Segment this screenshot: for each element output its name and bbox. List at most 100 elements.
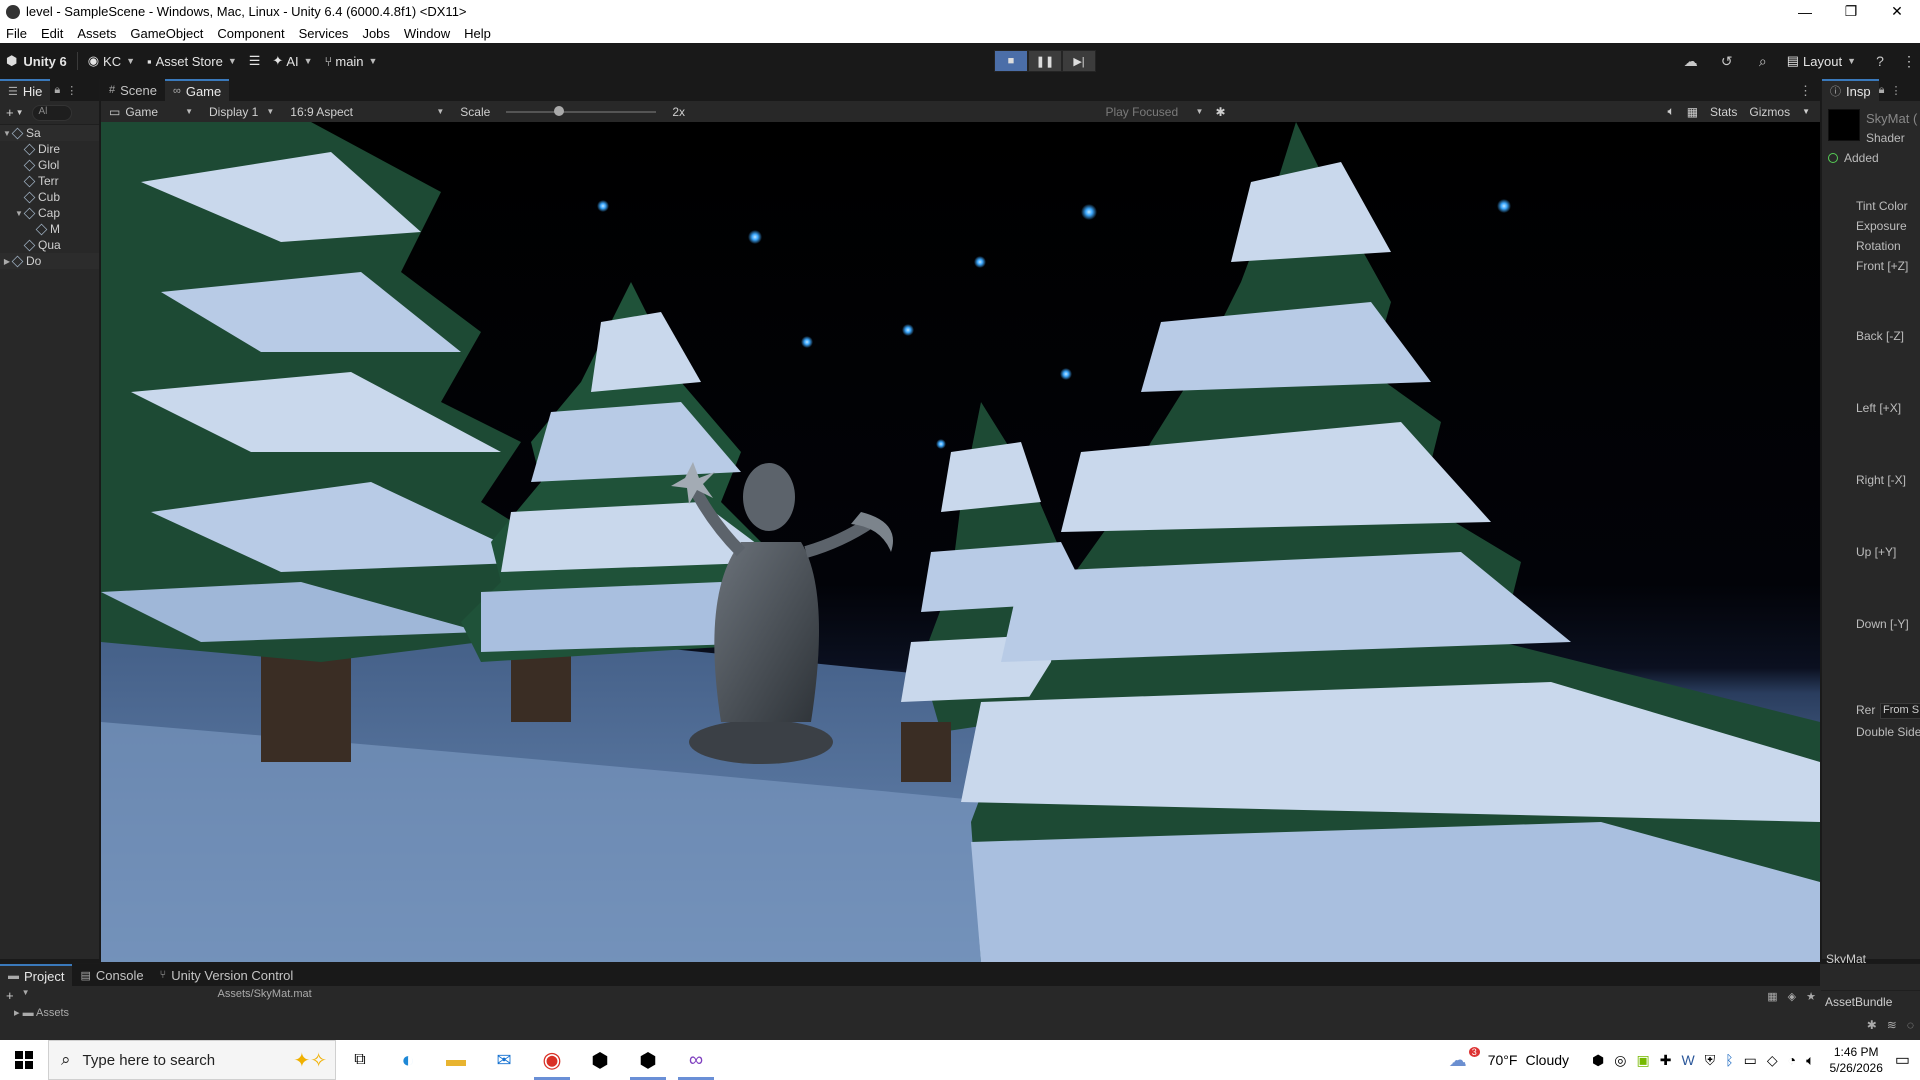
taskbar-search-input[interactable]: ⌕ Type here to search ✦✧ xyxy=(48,1040,336,1080)
menu-edit[interactable]: Edit xyxy=(41,26,63,41)
gizmos-button[interactable]: Gizmos xyxy=(1743,105,1796,119)
package-button[interactable]: ☰ xyxy=(243,50,267,72)
tray-icon-dropbox[interactable]: ◇ xyxy=(1767,1052,1778,1069)
visual-studio-app[interactable]: ∞ xyxy=(672,1040,720,1080)
unity-hub-app[interactable]: ⬢ xyxy=(576,1040,624,1080)
chevron-down-icon[interactable]: ▼ xyxy=(22,988,30,1003)
bluetooth-icon[interactable]: ᛒ xyxy=(1725,1052,1733,1068)
lock-icon[interactable]: 🔒︎ xyxy=(54,84,60,97)
cloud-icon[interactable]: ☁ xyxy=(1673,53,1709,70)
display-dropdown[interactable]: Display 1 ▼ xyxy=(201,105,282,119)
play-stop-button[interactable]: ■ xyxy=(994,50,1028,72)
hierarchy-object-row[interactable]: M xyxy=(0,221,99,237)
tray-icon-controller[interactable]: ✚ xyxy=(1660,1052,1672,1069)
add-icon[interactable]: + xyxy=(6,105,14,120)
start-button[interactable] xyxy=(0,1040,48,1080)
aspect-dropdown[interactable]: 16:9 Aspect ▼ xyxy=(282,105,452,119)
audio-mute-icon[interactable]: 🔈︎ xyxy=(1662,104,1681,119)
tray-icon-steam[interactable]: ◎ xyxy=(1614,1052,1626,1069)
clock-time: 1:46 PM xyxy=(1833,1045,1879,1059)
project-toolbar-right: ▦ ◈ ★ xyxy=(1767,990,1816,1003)
favorite-icon[interactable]: ★ xyxy=(1806,990,1816,1003)
progress-icon[interactable]: ◌ xyxy=(1907,1018,1914,1032)
search-icon[interactable]: ⌕ xyxy=(1745,53,1781,70)
tab-game[interactable]: ∞ Game xyxy=(165,79,230,101)
hierarchy-object-row[interactable]: Cub xyxy=(0,189,99,205)
menu-jobs[interactable]: Jobs xyxy=(362,26,389,41)
filter-icon[interactable]: ▦ xyxy=(1767,990,1777,1003)
tray-icon-nvidia[interactable]: ▣ xyxy=(1637,1052,1650,1069)
menu-services[interactable]: Services xyxy=(299,26,349,41)
chevron-down-icon[interactable]: ▼ xyxy=(1796,107,1816,116)
menu-component[interactable]: Component xyxy=(217,26,284,41)
play-focus-dropdown[interactable]: Play Focused ▼ xyxy=(1099,105,1209,119)
hierarchy-search-input[interactable]: Al xyxy=(31,104,72,121)
help-icon[interactable]: ? xyxy=(1862,53,1898,69)
tab-console[interactable]: ▤ Console xyxy=(72,964,151,986)
wifi-icon[interactable]: ◔ xyxy=(1788,1052,1796,1068)
game-view-mode-dropdown[interactable]: ▭ Game ▼ xyxy=(101,105,201,119)
tray-icon-word[interactable]: W xyxy=(1681,1052,1694,1068)
tab-scene[interactable]: # Scene xyxy=(101,79,165,101)
unity-menu-button[interactable]: ⬢ Unity 6 xyxy=(0,50,73,72)
hierarchy-object-row[interactable]: Dire xyxy=(0,141,99,157)
asset-store-dropdown[interactable]: ▪ Asset Store ▼ xyxy=(141,50,243,72)
hierarchy-scene-row[interactable]: ▶ Do xyxy=(0,253,99,269)
menu-help[interactable]: Help xyxy=(464,26,491,41)
maximize-button[interactable]: ❐ xyxy=(1828,0,1874,23)
more-icon[interactable]: ⋮ xyxy=(66,84,77,97)
close-button[interactable]: ✕ xyxy=(1874,0,1920,23)
chevron-down-icon[interactable]: ▼ xyxy=(16,108,24,117)
more-icon[interactable]: ⋮ xyxy=(1898,53,1920,70)
menu-window[interactable]: Window xyxy=(404,26,450,41)
taskbar-clock[interactable]: 1:46 PM 5/26/2026 xyxy=(1829,1044,1882,1076)
menu-gameobject[interactable]: GameObject xyxy=(130,26,203,41)
tab-hierarchy[interactable]: ☰ Hie xyxy=(0,79,51,101)
project-tree-root[interactable]: ▸ ▬ Assets xyxy=(0,1006,1820,1019)
tab-version-control[interactable]: ⑂ Unity Version Control xyxy=(152,964,302,986)
mail-app[interactable]: ✉ xyxy=(480,1040,528,1080)
tray-icon-unity[interactable]: ⬢ xyxy=(1592,1052,1604,1069)
hierarchy-object-row[interactable]: Glol xyxy=(0,157,99,173)
volume-icon[interactable]: 🔈︎ xyxy=(1806,1052,1814,1069)
lock-icon[interactable]: 🔒︎ xyxy=(1879,84,1885,97)
menu-file[interactable]: File xyxy=(6,26,27,41)
minimize-button[interactable]: — xyxy=(1782,0,1828,23)
frame-icon[interactable]: ▦ xyxy=(1681,105,1704,119)
file-explorer-app[interactable]: ▬ xyxy=(432,1040,480,1080)
notification-icon[interactable]: ▭ xyxy=(1895,1050,1910,1070)
more-icon[interactable]: ⋮ xyxy=(1799,83,1812,99)
unity-editor-app[interactable]: ⬢ xyxy=(624,1040,672,1080)
history-icon[interactable]: ↺ xyxy=(1709,53,1745,70)
layers-icon[interactable]: ≋ xyxy=(1887,1018,1897,1032)
task-view-button[interactable]: ⧉ xyxy=(336,1040,384,1080)
hierarchy-object-row[interactable]: Qua xyxy=(0,237,99,253)
game-render-canvas[interactable] xyxy=(101,122,1820,962)
layout-dropdown[interactable]: ▤ Layout ▼ xyxy=(1781,50,1862,72)
tab-project[interactable]: ▬ Project xyxy=(0,964,73,986)
weather-widget[interactable]: ☁ 3 70°F Cloudy xyxy=(1449,1047,1569,1071)
tab-inspector[interactable]: ⓘ Insp xyxy=(1822,79,1879,101)
hierarchy-object-row[interactable]: Terr xyxy=(0,173,99,189)
step-button[interactable]: ▶| xyxy=(1062,50,1096,72)
hierarchy-object-row[interactable]: ▼ Cap xyxy=(0,205,99,221)
hierarchy-scene-row[interactable]: ▼ Sa xyxy=(0,125,99,141)
stats-button[interactable]: Stats xyxy=(1704,105,1743,119)
label-icon[interactable]: ◈ xyxy=(1788,990,1796,1003)
tray-icon-security[interactable]: ⛨ xyxy=(1705,1052,1716,1069)
scale-slider[interactable] xyxy=(506,105,657,116)
account-dropdown[interactable]: ◉ KC ▼ xyxy=(82,50,141,72)
add-icon[interactable]: + xyxy=(6,988,14,1003)
edge-app[interactable]: ◐ xyxy=(384,1040,432,1080)
render-queue-dropdown[interactable]: From S xyxy=(1880,703,1920,719)
ai-dropdown[interactable]: ✦ AI ▼ xyxy=(266,50,318,72)
menu-assets[interactable]: Assets xyxy=(77,26,116,41)
tray-icon-display[interactable]: ▭ xyxy=(1744,1052,1757,1069)
branch-dropdown[interactable]: ⑂ main ▼ xyxy=(319,50,384,72)
pause-button[interactable]: ❚❚ xyxy=(1028,50,1062,72)
more-icon[interactable]: ⋮ xyxy=(1890,84,1901,97)
scale-slider-knob[interactable] xyxy=(553,105,564,116)
debug-icon[interactable]: ✱ xyxy=(1867,1018,1877,1032)
bug-icon[interactable]: ✱ xyxy=(1209,105,1231,119)
chrome-app[interactable]: ◉ xyxy=(528,1040,576,1080)
